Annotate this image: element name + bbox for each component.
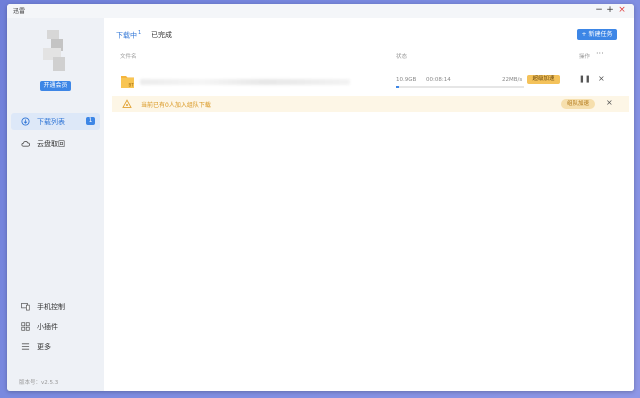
cancel-download-button[interactable]: × <box>598 74 605 83</box>
progress-bar <box>396 86 524 88</box>
version-label: 版本号：v2.5.3 <box>19 380 59 386</box>
close-notice-button[interactable]: × <box>606 98 613 107</box>
team-icon <box>122 99 132 108</box>
sidebar-item-cloud-retrieve[interactable]: 云盘取回 <box>11 135 100 152</box>
download-speed: 22MB/s <box>502 77 523 83</box>
tab-label: 下载中 <box>116 31 137 40</box>
minimize-button[interactable]: − <box>594 5 604 16</box>
column-header-filename: 文件名 <box>120 54 137 60</box>
sidebar-item-more[interactable]: 更多 <box>11 338 100 355</box>
progress-fill <box>396 86 399 88</box>
main-panel: 下载中1 已完成 + 新建任务 文件名 状态 操作 ··· BT 10.9GB … <box>104 18 634 391</box>
close-window-button[interactable]: × <box>617 5 627 16</box>
file-name-redacted <box>140 79 350 85</box>
app-window: 迅雷 − + × 开通会员 下载列表 1 云盘取回 手机控制 小插件 更多 版本… <box>7 4 634 391</box>
sidebar-item-label: 更多 <box>37 343 51 351</box>
sidebar-item-label: 手机控制 <box>37 303 65 311</box>
column-header-status: 状态 <box>396 54 408 60</box>
file-size: 10.9GB <box>396 77 417 83</box>
pause-button[interactable]: ❚❚ <box>579 75 591 83</box>
download-row[interactable]: BT 10.9GB 00:08:14 22MB/s 超级加速 ❚❚ × <box>104 70 634 96</box>
download-icon <box>21 117 30 126</box>
sidebar-item-plugins[interactable]: 小插件 <box>11 318 100 335</box>
team-boost-button[interactable]: 组队加速 <box>561 99 595 109</box>
column-header-action: 操作 <box>579 54 591 60</box>
folder-icon: BT <box>121 76 135 88</box>
new-task-button[interactable]: + 新建任务 <box>577 29 617 40</box>
grid-icon <box>21 322 30 331</box>
sidebar-item-download-list[interactable]: 下载列表 1 <box>11 113 100 130</box>
download-count-badge: 1 <box>86 117 95 125</box>
avatar[interactable] <box>43 30 67 74</box>
tab-count: 1 <box>138 30 142 36</box>
team-download-notice: 当前已有0人加入组队下载 组队加速 × <box>112 96 629 112</box>
sidebar-item-label: 云盘取回 <box>37 140 65 148</box>
tab-completed[interactable]: 已完成 <box>151 30 172 40</box>
super-boost-button[interactable]: 超级加速 <box>527 75 560 84</box>
tab-downloading[interactable]: 下载中1 <box>116 30 141 40</box>
more-options-icon[interactable]: ··· <box>596 49 604 58</box>
sidebar-item-label: 小插件 <box>37 323 58 331</box>
menu-icon <box>21 343 30 350</box>
sidebar: 开通会员 下载列表 1 云盘取回 手机控制 小插件 更多 版本号：v2.5.3 <box>7 18 104 391</box>
open-vip-button[interactable]: 开通会员 <box>40 81 71 91</box>
cloud-icon <box>21 141 30 147</box>
title-bar[interactable]: 迅雷 − + × <box>7 4 634 18</box>
notice-text: 当前已有0人加入组队下载 <box>141 102 211 109</box>
maximize-button[interactable]: + <box>605 5 615 16</box>
sidebar-item-label: 下载列表 <box>37 118 65 126</box>
sidebar-item-phone-control[interactable]: 手机控制 <box>11 298 100 315</box>
phone-device-icon <box>21 302 30 311</box>
remaining-time: 00:08:14 <box>426 77 451 83</box>
app-title: 迅雷 <box>13 8 26 15</box>
svg-text:BT: BT <box>129 83 135 88</box>
